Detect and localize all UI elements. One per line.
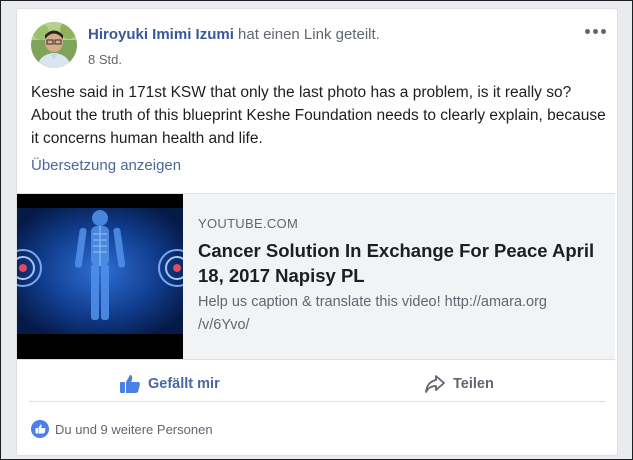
thumbs-up-icon — [120, 375, 140, 393]
link-description: Help us caption & translate this video! … — [198, 294, 547, 333]
post-timestamp[interactable]: 8 Std. — [88, 52, 122, 67]
author-name[interactable]: Hiroyuki Imimi Izumi — [88, 26, 234, 43]
link-preview[interactable]: YOUTUBE.COM Cancer Solution In Exchange … — [4, 193, 615, 360]
link-domain: YOUTUBE.COM — [198, 216, 299, 231]
reactions-text: Du und 9 weitere Personen — [55, 421, 213, 437]
like-reaction-icon — [31, 420, 49, 438]
share-button[interactable]: Teilen — [424, 371, 494, 397]
like-button[interactable]: Gefällt mir — [119, 371, 220, 397]
see-translation-link[interactable]: Übersetzung anzeigen — [31, 157, 181, 174]
post-header: Hiroyuki Imimi Izumi hat einen Link gete… — [88, 26, 380, 43]
more-options-button[interactable] — [585, 25, 607, 37]
action-bar: Gefällt mir Teilen — [29, 367, 605, 402]
post-card: Hiroyuki Imimi Izumi hat einen Link gete… — [4, 8, 618, 456]
like-label: Gefällt mir — [148, 376, 220, 392]
post-text: Keshe said in 171st KSW that only the la… — [31, 84, 606, 147]
window-frame: Hiroyuki Imimi Izumi hat einen Link gete… — [0, 0, 633, 460]
post-action-text: hat einen Link geteilt. — [238, 26, 380, 43]
more-options-icon — [585, 28, 590, 34]
share-arrow-icon — [425, 375, 445, 393]
video-thumbnail[interactable] — [4, 194, 196, 359]
author-avatar[interactable] — [31, 22, 77, 68]
link-title[interactable]: Cancer Solution In Exchange For Peace Ap… — [198, 238, 598, 288]
share-label: Teilen — [453, 376, 494, 392]
reactions-summary[interactable]: Du und 9 weitere Personen — [31, 420, 213, 438]
